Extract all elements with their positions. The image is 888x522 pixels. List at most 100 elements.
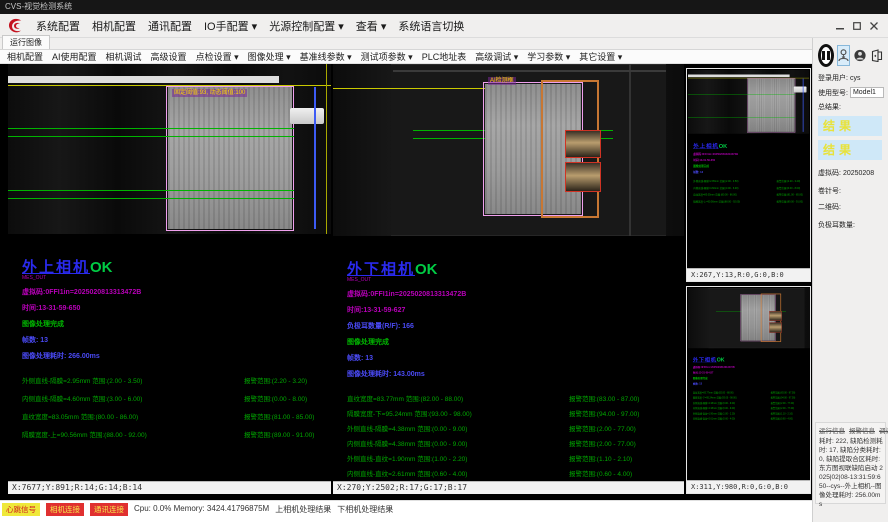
model-label: 使用型号:	[818, 88, 848, 98]
alarm-range: 报警范围:(2.00 - 77.00)	[771, 406, 794, 410]
table-row: 内侧直线-隔膜=4.38mm 范围:(0.00 - 9.00)报警范围:(2.0…	[347, 438, 684, 448]
pin-label: 卷针号:	[818, 186, 841, 196]
alarm-range: 报警范围:(89.00 - 91.00)	[777, 199, 803, 203]
log-tab-alarm[interactable]: 报警信息	[849, 425, 875, 435]
log-tab-debug[interactable]: 调试信息	[879, 425, 888, 435]
mini-upper-coord-statusbar: X:267,Y:13,R:0,G:0,B:0	[687, 268, 810, 281]
qr-label: 二维码:	[818, 202, 841, 212]
minimize-button[interactable]	[836, 22, 844, 30]
tab-qty-label: 负极耳数量:	[818, 220, 855, 230]
alarm-range: 报警范围:(1.10 - 2.10)	[771, 412, 793, 416]
toolbar: 相机配置 AI使用配置 相机调试 高级设置 点检设置 ▾ 图像处理 ▾ 基准线参…	[0, 50, 812, 64]
measure-value: 外侧直线-直纹=1.90mm 范围:(1.00 - 2.20)	[693, 412, 771, 416]
tab-qty-row: 负极耳数量:	[818, 220, 884, 230]
pause-button[interactable]	[818, 44, 834, 67]
tb-other-settings[interactable]: 其它设置 ▾	[579, 50, 622, 63]
model-input[interactable]: Model1	[850, 87, 884, 98]
alarm-range: 报警范围:(2.00 - 77.00)	[569, 423, 636, 433]
mini-upper-camera-view[interactable]: 外上相机OK 虚拟码:0FFI1in=2025020813313472B 时间:…	[686, 68, 811, 282]
tb-advanced-settings[interactable]: 高级设置	[151, 50, 187, 63]
login-user-button[interactable]	[837, 45, 850, 66]
tb-image-processing[interactable]: 图像处理 ▾	[248, 50, 291, 63]
elapsed-line: 图像处理耗时: 143.00ms	[347, 369, 684, 379]
maximize-button[interactable]	[853, 22, 861, 30]
measure-value: 外侧直线-隔膜=2.95mm 范围:(2.00 - 3.50)	[693, 179, 776, 183]
measure-value: 内侧直线-隔膜=4.60mm 范围:(3.00 - 6.00)	[22, 393, 244, 403]
tab-run-image[interactable]: 运行图像	[2, 35, 50, 49]
measure-line	[8, 136, 294, 137]
time-line: 时间:13-31-59-650	[693, 158, 809, 162]
time-line: 时间:13-31-59-627	[693, 371, 811, 375]
defect-box	[769, 311, 782, 321]
part-outline-box	[747, 78, 795, 132]
machine-rail	[393, 70, 666, 72]
tb-spot-check[interactable]: 点检设置 ▾	[196, 50, 239, 63]
alarm-range: 报警范围:(2.00 - 77.00)	[771, 401, 794, 405]
measure-value: 直纹宽度=83.77mm 范围:(82.00 - 88.00)	[693, 391, 771, 395]
tb-advanced-debug[interactable]: 高级调试 ▾	[475, 50, 518, 63]
done-line: 图像处理完成	[22, 319, 331, 329]
tb-camera-debug[interactable]: 相机调试	[106, 50, 142, 63]
measure-value: 内侧直线-隔膜=4.38mm 范围:(0.00 - 9.00)	[347, 438, 569, 448]
alarm-range: 报警范围:(1.10 - 2.10)	[569, 453, 632, 463]
menu-light-config[interactable]: 光源控制配置 ▾	[269, 18, 344, 34]
tb-camera-config[interactable]: 相机配置	[7, 50, 43, 63]
tb-ai-use-config[interactable]: AI使用配置	[52, 50, 97, 63]
barcode-line: 虚拟码:0FFI1in=2025020813313472B	[693, 365, 811, 369]
tb-test-params[interactable]: 测试项参数 ▾	[361, 50, 413, 63]
light-band	[8, 76, 279, 83]
barcode-line: 虚拟码:0FFI1in=2025020813313472B	[693, 152, 809, 156]
table-row: 直纹宽度=83.05mm 范围:(80.00 - 86.00)报警范围:(81.…	[22, 411, 331, 421]
measure-value: 直纹宽度=83.05mm 范围:(80.00 - 86.00)	[693, 193, 776, 197]
left-camera-image[interactable]: 固定阈值:93, 动态阈值:100	[8, 64, 331, 234]
tb-plc-address[interactable]: PLC地址表	[422, 50, 467, 63]
elapsed-line: 图像处理耗时: 266.00ms	[22, 351, 331, 361]
bottom-statusbar: 心跳信号 相机连接 通讯连接 Cpu: 0.0% Memory: 3424.41…	[0, 500, 812, 522]
table-row: 外侧直线-直纹=1.90mm 范围:(1.00 - 2.20)报警范围:(1.1…	[347, 453, 684, 463]
table-row: 外侧直线-隔膜=4.38mm 范围:(0.00 - 9.00)报警范围:(2.0…	[347, 423, 684, 433]
pin-row: 卷针号:	[818, 186, 884, 196]
comm-connect-badge: 通讯连接	[90, 503, 128, 516]
qr-row: 二维码:	[818, 202, 884, 212]
menu-camera-config[interactable]: 相机配置	[92, 18, 136, 34]
ok-status: OK	[717, 357, 725, 363]
alarm-range: 报警范围:(81.00 - 85.00)	[244, 411, 314, 421]
measure-value: 隔膜宽度-下=95.24mm 范围:(93.00 - 98.00)	[693, 396, 771, 400]
menu-system-config[interactable]: 系统配置	[36, 18, 80, 34]
mini-lower-camera-view[interactable]: 外下相机OK 虚拟码:0FFI1in=2025020813313472B 时间:…	[686, 286, 811, 494]
measure-value: 直纹宽度=83.77mm 范围:(82.00 - 88.00)	[347, 393, 569, 403]
total-result-label: 总结果:	[818, 102, 841, 112]
table-row: 隔膜宽度-下=95.24mm 范围:(93.00 - 98.00)报警范围:(9…	[347, 408, 684, 418]
camera-title: 外上相机	[693, 143, 719, 149]
app-logo-icon	[6, 17, 24, 35]
menu-io-config[interactable]: IO手配置 ▾	[204, 18, 257, 34]
measure-table: 外侧直线-隔膜=2.95mm 范围:(2.00 - 3.50)报警范围:(2.2…	[22, 375, 331, 439]
menu-comm-config[interactable]: 通讯配置	[148, 18, 192, 34]
measure-value: 内侧直线-隔膜=4.38mm 范围:(0.00 - 9.00)	[693, 406, 771, 410]
left-coord-statusbar: X:7677;Y:891;R:14;G:14;B:14	[8, 481, 331, 494]
menu-language-switch[interactable]: 系统语言切换	[398, 18, 464, 34]
alarm-range: 报警范围:(83.00 - 87.00)	[569, 393, 639, 403]
tb-baseline-params[interactable]: 基准线参数 ▾	[300, 50, 352, 63]
mid-result-panel: 外下相机OK MES_OUT 虚拟码:0FFI1in=2025020813313…	[333, 236, 684, 478]
tb-learning-params[interactable]: 学习参数 ▾	[527, 50, 570, 63]
mid-camera-image[interactable]: AI检测框	[333, 64, 684, 236]
part-outline-box	[166, 86, 294, 231]
close-button[interactable]	[870, 22, 878, 30]
menu-view[interactable]: 查看 ▾	[356, 18, 387, 34]
lower-camera-result-link[interactable]: 下相机处理结果	[337, 503, 393, 515]
title-bar: CVS-视觉检测系统	[0, 0, 888, 14]
table-row: 内侧直线-隔膜=4.60mm 范围:(3.00 - 6.00)报警范围:(0.0…	[22, 393, 331, 403]
mini-lower-content: 外下相机OK 虚拟码:0FFI1in=2025020813313472B 时间:…	[688, 288, 811, 420]
log-tab-run[interactable]: 运行信息	[819, 425, 845, 435]
login-user-label: 登录用户:	[818, 73, 848, 83]
logout-button[interactable]	[870, 45, 884, 66]
sidebar-buttons	[818, 41, 884, 69]
user-account-button[interactable]	[853, 45, 867, 66]
measure-value: 外侧直线-隔膜=2.95mm 范围:(2.00 - 3.50)	[22, 375, 244, 385]
frame-count-line: 帧数: 13	[347, 353, 684, 363]
measure-value: 内侧直线-直纹=2.61mm 范围:(0.60 - 4.00)	[347, 468, 569, 478]
light-band	[688, 75, 790, 78]
upper-camera-result-link[interactable]: 上相机处理结果	[275, 503, 331, 515]
alarm-range: 报警范围:(2.00 - 77.00)	[569, 438, 636, 448]
